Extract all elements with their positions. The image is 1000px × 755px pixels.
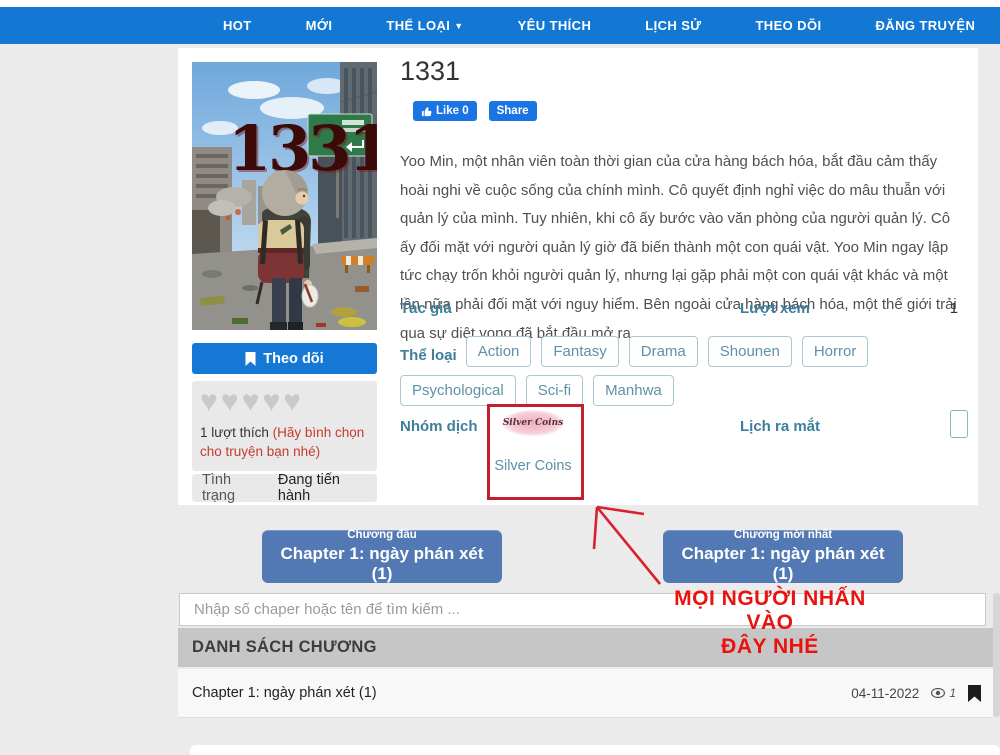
bookmark-icon[interactable] (968, 685, 981, 702)
schedule-empty-box (950, 410, 968, 438)
likes-count-text: 1 lượt thích (200, 425, 273, 440)
cover-title-text: 1331 (228, 112, 377, 185)
main-navbar: HOT MỚI THỂ LOẠI▼ YÊU THÍCH LỊCH SỬ THEO… (0, 7, 1000, 44)
bookmark-icon (245, 352, 256, 366)
first-chapter-button[interactable]: Chương đầu Chapter 1: ngày phán xét (1) (262, 530, 502, 583)
genre-tag-manhwa[interactable]: Manhwa (593, 375, 674, 406)
fb-like-label: Like 0 (436, 105, 469, 117)
heart-rating-icons[interactable]: ♥♥♥♥♥ (200, 385, 369, 419)
eye-icon (931, 688, 945, 698)
page-title: 1331 (400, 56, 460, 87)
nav-item-the-loai[interactable]: THỂ LOẠI▼ (359, 18, 490, 33)
chapter-list-header-text: DANH SÁCH CHƯƠNG (192, 638, 377, 657)
schedule-label: Lịch ra mắt (740, 418, 820, 435)
nav-item-moi[interactable]: MỚI (279, 18, 360, 33)
annotation-text-line1: MỌI NGƯỜI NHẤN VÀO (648, 587, 892, 635)
nav-item-dang-truyen[interactable]: ĐĂNG TRUYỆN (849, 18, 1000, 33)
first-chapter-caption: Chương đầu (347, 529, 417, 541)
cover-image: 1331 1331 (192, 62, 377, 330)
top-strip (0, 0, 1000, 7)
chapter-list-scrollbar[interactable] (993, 593, 1000, 717)
chapter-row-views: 1 (931, 686, 956, 700)
status-label: Tình trạng (202, 472, 262, 504)
fb-share-button[interactable]: Share (489, 101, 537, 121)
genre-tag-horror[interactable]: Horror (802, 336, 869, 367)
status-value: Đang tiến hành (278, 472, 367, 504)
latest-chapter-title: Chapter 1: ngày phán xét (1) (669, 544, 897, 584)
chevron-down-icon: ▼ (454, 21, 463, 31)
genres-label: Thể loại (400, 340, 457, 371)
views-label: Lượt xem (740, 300, 810, 317)
genre-tag-scifi[interactable]: Sci-fi (526, 375, 583, 406)
rating-box: ♥♥♥♥♥ 1 lượt thích (Hãy bình chọn cho tr… (192, 381, 377, 471)
comments-panel-top (190, 745, 1000, 755)
follow-button[interactable]: Theo dõi (192, 343, 377, 374)
first-chapter-title: Chapter 1: ngày phán xét (1) (268, 544, 496, 584)
annotation-text-line2: ĐÂY NHÉ (648, 635, 892, 659)
likes-line: 1 lượt thích (Hãy bình chọn cho truyện b… (200, 423, 369, 461)
genre-tag-shounen[interactable]: Shounen (708, 336, 792, 367)
nav-item-hot[interactable]: HOT (196, 18, 279, 33)
chapter-row-date: 04-11-2022 (851, 686, 919, 701)
nav-item-theo-doi[interactable]: THEO DÕI (728, 18, 848, 33)
views-value: 1 (950, 300, 958, 317)
nav-item-yeu-thich[interactable]: YÊU THÍCH (491, 18, 619, 33)
annotation-highlight-box (487, 404, 584, 500)
chapter-views-count: 1 (949, 686, 956, 700)
nav-item-lich-su[interactable]: LỊCH SỬ (618, 18, 728, 33)
genre-tag-fantasy[interactable]: Fantasy (541, 336, 618, 367)
genres-row: Thể loại Action Fantasy Drama Shounen Ho… (400, 336, 970, 414)
fb-share-label: Share (497, 105, 529, 117)
chapter-row-title: Chapter 1: ngày phán xét (1) (192, 685, 851, 701)
facebook-widget: Like 0 Share (413, 101, 537, 121)
table-row[interactable]: Chapter 1: ngày phán xét (1) 04-11-2022 … (178, 669, 993, 718)
group-label: Nhóm dịch (400, 418, 478, 435)
latest-chapter-caption: Chương mới nhất (734, 529, 832, 541)
fb-like-button[interactable]: Like 0 (413, 101, 477, 121)
genre-tag-drama[interactable]: Drama (629, 336, 698, 367)
annotation-text: MỌI NGƯỜI NHẤN VÀO ĐÂY NHÉ (648, 587, 892, 659)
status-box: Tình trạng Đang tiến hành (192, 474, 377, 502)
follow-label: Theo dõi (263, 351, 323, 367)
description-text: Yoo Min, một nhân viên toàn thời gian củ… (400, 148, 966, 348)
thumbs-up-icon (421, 106, 432, 117)
genre-tag-psychological[interactable]: Psychological (400, 375, 516, 406)
genre-tag-action[interactable]: Action (466, 336, 532, 367)
latest-chapter-button[interactable]: Chương mới nhất Chapter 1: ngày phán xét… (663, 530, 903, 583)
author-label: Tác giả (400, 300, 452, 317)
cover-art: 1331 1331 (192, 62, 377, 330)
